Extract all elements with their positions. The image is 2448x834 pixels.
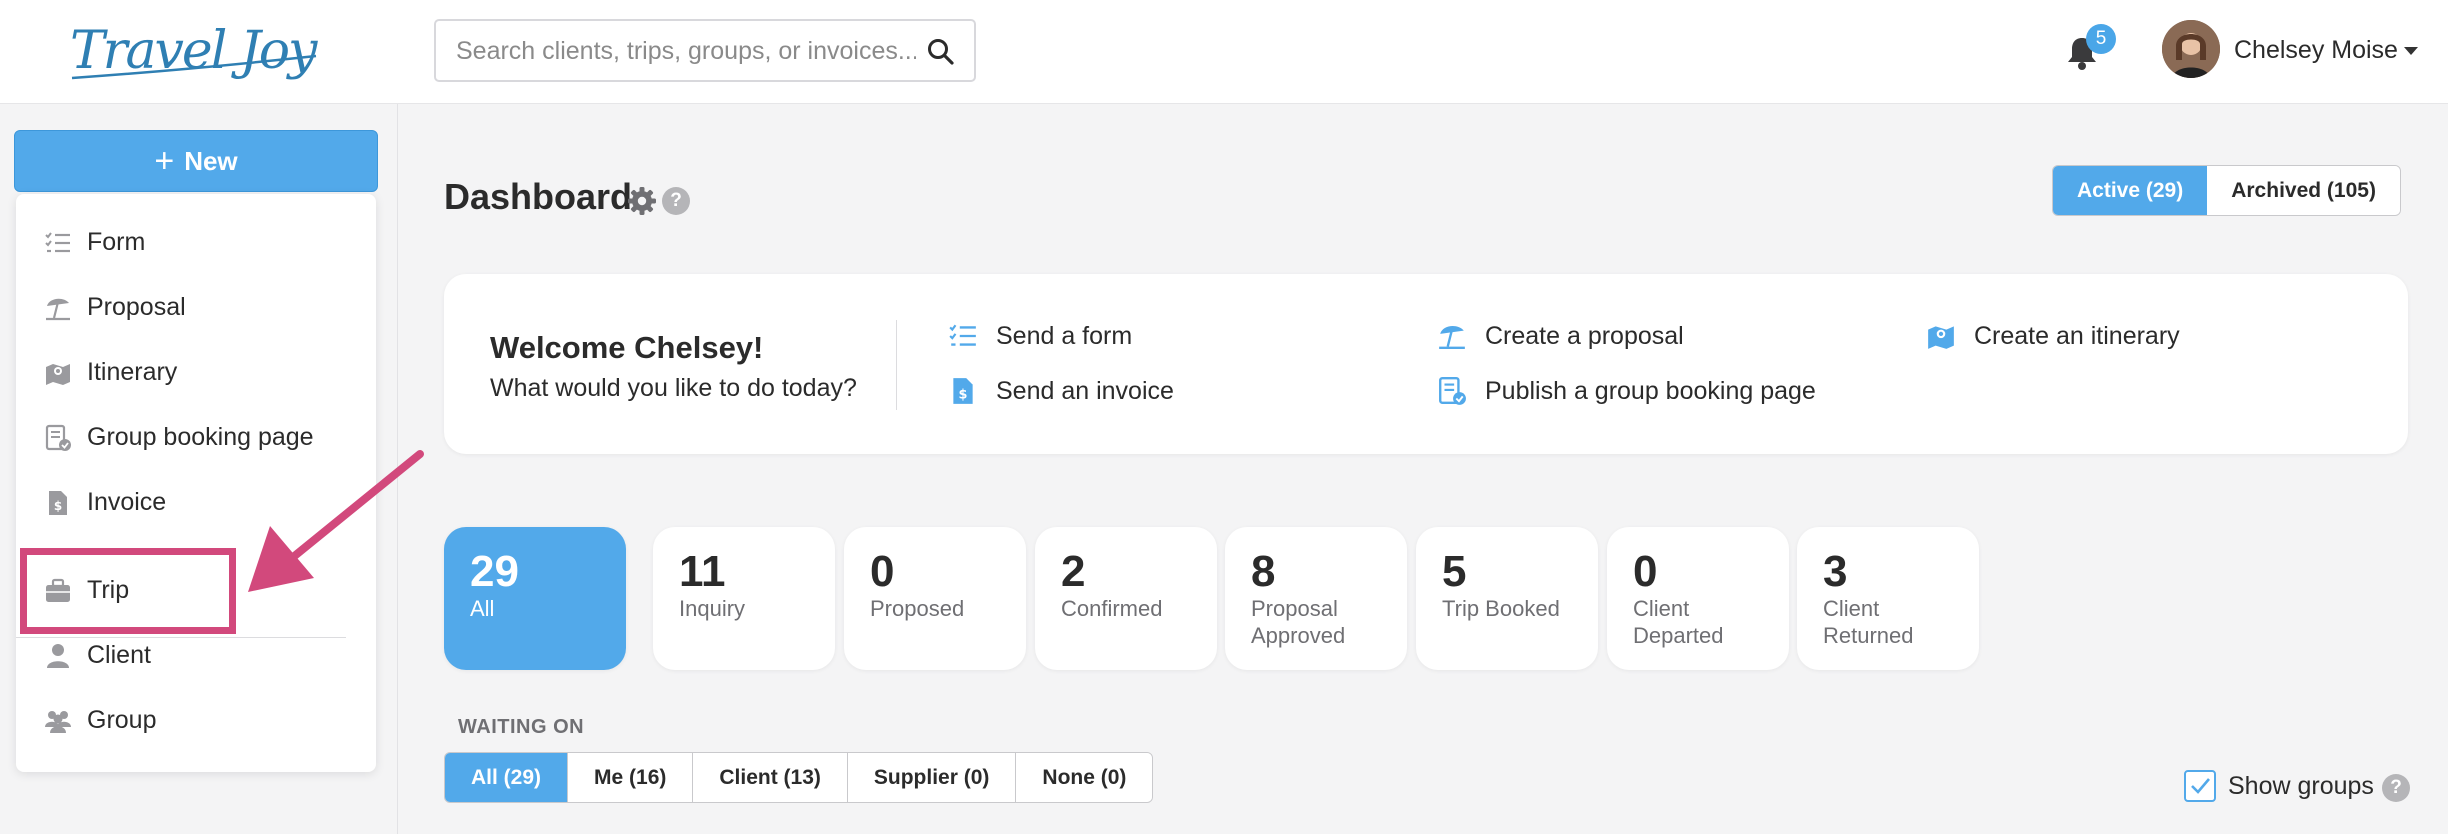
map-icon [46,364,70,385]
invoice-icon: $ [49,491,67,515]
stat-label: Confirmed [1061,596,1163,621]
search-icon[interactable] [926,37,956,67]
welcome-title: Welcome Chelsey! [490,330,764,365]
stat-label: Client Returned [1823,596,1914,648]
beach-umbrella-icon [46,298,70,321]
menu-item-label: Form [87,227,146,256]
stat-count: 5 [1442,547,1467,596]
filter-me-button[interactable]: Me (16) [568,753,694,802]
menu-item-label: Invoice [87,487,167,516]
menu-item-proposal[interactable]: Proposal [16,279,376,335]
publish-group-booking-link[interactable]: Publish a group booking page [1437,376,1816,406]
send-form-link[interactable]: Send a form [948,321,1132,351]
new-button-label: New [184,145,238,176]
waiting-on-label: WAITING ON [458,716,585,738]
top-header: Travel Joy 5 Chelsey Moise [0,0,2448,104]
stat-count: 0 [870,547,895,596]
person-icon [47,644,69,668]
menu-item-label: Group [87,705,157,734]
stat-label: Proposal Approved [1251,596,1346,648]
stat-label: Inquiry [679,596,746,621]
show-groups-help-icon[interactable]: ? [2382,774,2410,802]
send-form-label: Send a form [996,321,1133,350]
create-itinerary-link[interactable]: Create an itinerary [1926,321,2180,351]
stat-card-proposal-approved[interactable]: 8 Proposal Approved [1225,527,1407,670]
stat-count: 2 [1061,547,1086,596]
welcome-subtitle: What would you like to do today? [490,374,857,402]
menu-item-form[interactable]: Form [16,214,376,270]
stat-card-client-returned[interactable]: 3 Client Returned [1797,527,1979,670]
filter-supplier-button[interactable]: Supplier (0) [847,753,1017,802]
beach-umbrella-icon [1439,326,1465,349]
annotation-arrow [248,450,424,592]
chevron-down-icon[interactable] [2404,47,2418,55]
menu-item-group[interactable]: Group [16,692,376,748]
stat-card-inquiry[interactable]: 11 Inquiry [653,527,835,670]
new-button[interactable]: + New [14,130,378,192]
menu-item-client[interactable]: Client [16,627,376,683]
group-booking-icon [45,424,71,451]
gear-icon[interactable] [627,186,657,216]
invoice-icon: $ [953,378,973,404]
group-booking-icon [1439,376,1466,405]
stat-count: 11 [679,547,726,596]
create-proposal-label: Create a proposal [1485,321,1684,350]
stat-card-trip-booked[interactable]: 5 Trip Booked [1416,527,1598,670]
publish-group-booking-label: Publish a group booking page [1485,376,1816,405]
trip-highlight-box [20,548,236,634]
stat-label: Client Departed [1633,596,1724,648]
stat-label: Proposed [870,596,965,621]
waiting-on-filter-group: All (29) Me (16) Client (13) Supplier (0… [444,752,1154,803]
stat-count: 0 [1633,547,1658,596]
show-groups-label: Show groups [2228,771,2374,800]
map-icon [1928,326,1954,349]
send-invoice-link[interactable]: $ Send an invoice [948,376,1174,406]
create-proposal-link[interactable]: Create a proposal [1437,321,1684,351]
stat-count: 29 [470,547,519,596]
travel-joy-logo[interactable]: Travel Joy [66,12,326,92]
menu-item-label: Client [87,640,151,669]
checkmark-icon [2191,778,2210,794]
global-search[interactable] [434,19,976,82]
form-checklist-icon [45,232,70,253]
stat-label: Trip Booked [1442,596,1560,621]
filter-client-button[interactable]: Client (13) [693,753,848,802]
active-tab-button[interactable]: Active (29) [2053,166,2208,215]
menu-item-label: Itinerary [87,357,178,386]
svg-text:$: $ [54,499,62,513]
help-icon[interactable]: ? [662,187,690,215]
search-input[interactable] [456,35,916,67]
show-groups-checkbox[interactable] [2184,770,2216,802]
welcome-card: Welcome Chelsey! What would you like to … [444,274,2408,454]
user-avatar[interactable] [2162,20,2220,78]
svg-text:Travel Joy: Travel Joy [70,21,318,81]
create-itinerary-label: Create an itinerary [1974,321,2180,350]
stat-count: 8 [1251,547,1276,596]
stat-card-confirmed[interactable]: 2 Confirmed [1035,527,1217,670]
stat-count: 3 [1823,547,1848,596]
send-invoice-label: Send an invoice [996,376,1174,405]
page-title: Dashboard [444,176,633,217]
form-checklist-icon [949,324,976,346]
stat-card-client-departed[interactable]: 0 Client Departed [1607,527,1789,670]
filter-none-button[interactable]: None (0) [1016,753,1153,802]
archived-tab-button[interactable]: Archived (105) [2207,166,2400,215]
notification-count-badge: 5 [2086,24,2116,54]
plus-icon: + [154,142,175,180]
welcome-divider [896,320,897,410]
menu-item-label: Proposal [87,292,186,321]
stat-card-all[interactable]: 29 All [444,527,626,670]
show-groups-toggle: Show groups [2184,770,2374,802]
stat-label: All [470,596,495,621]
svg-text:$: $ [959,388,968,403]
filter-all-button[interactable]: All (29) [445,753,569,802]
menu-item-itinerary[interactable]: Itinerary [16,344,376,400]
stat-card-proposed[interactable]: 0 Proposed [844,527,1026,670]
people-icon [45,711,71,733]
user-name[interactable]: Chelsey Moise [2234,36,2398,65]
active-archived-toggle: Active (29) Archived (105) [2052,165,2401,216]
